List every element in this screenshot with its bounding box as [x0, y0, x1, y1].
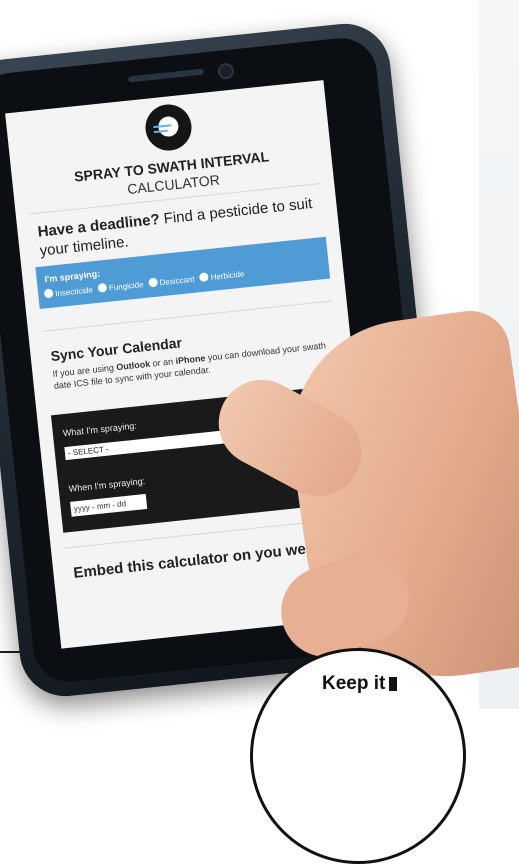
radio-circle-icon — [97, 282, 108, 293]
radio-fungicide[interactable]: Fungicide — [97, 280, 147, 294]
divider — [42, 300, 333, 332]
app-logo-icon — [143, 102, 194, 153]
radio-circle-icon — [148, 277, 159, 288]
spraying-label: I'm spraying: — [44, 268, 101, 285]
when-spraying-label: When I'm spraying: — [68, 475, 146, 494]
badge-text: Keep it — [322, 673, 398, 695]
what-spraying-label: What I'm spraying: — [62, 420, 138, 439]
radio-circle-icon — [199, 272, 210, 283]
radio-desiccant[interactable]: Desiccant — [148, 274, 198, 288]
spray-date-input[interactable]: yyyy - mm - dd — [70, 493, 148, 517]
radio-insecticide[interactable]: Insecticide — [43, 285, 96, 299]
radio-circle-icon — [43, 288, 54, 299]
radio-herbicide[interactable]: Herbicide — [199, 269, 247, 283]
